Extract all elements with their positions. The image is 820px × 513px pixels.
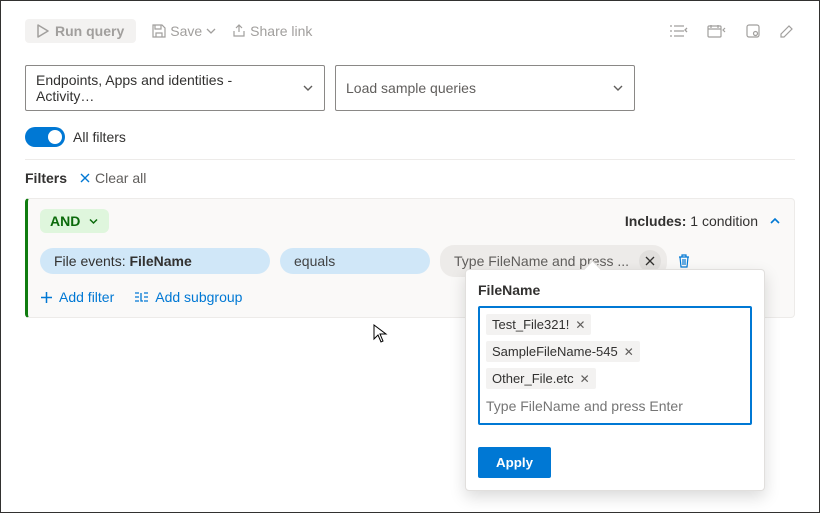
save-button[interactable]: Save	[152, 23, 216, 39]
condition-value-placeholder: Type FileName and press ...	[454, 253, 629, 269]
play-icon	[37, 24, 49, 38]
chevron-down-icon	[88, 216, 99, 227]
divider	[25, 159, 795, 160]
add-subgroup-button[interactable]: Add subgroup	[134, 289, 242, 305]
calendar-icon[interactable]	[707, 24, 727, 38]
toolbar-right	[669, 23, 795, 39]
apply-button[interactable]: Apply	[478, 447, 551, 478]
plus-icon	[40, 291, 53, 304]
sample-queries-label: Load sample queries	[346, 80, 476, 96]
tag-item: SampleFileName-545 ✕	[486, 341, 640, 362]
all-filters-toggle[interactable]	[25, 127, 65, 147]
tag-item: Other_File.etc ✕	[486, 368, 596, 389]
gear-icon[interactable]	[745, 23, 761, 39]
add-subgroup-label: Add subgroup	[155, 289, 242, 305]
condition-operator-pill[interactable]: equals	[280, 248, 430, 274]
tag-label: SampleFileName-545	[492, 344, 618, 359]
edit-icon[interactable]	[779, 23, 795, 39]
save-label: Save	[170, 23, 202, 39]
run-query-label: Run query	[55, 23, 124, 39]
condition-operator-label: equals	[294, 253, 335, 269]
add-filter-label: Add filter	[59, 289, 114, 305]
mouse-cursor-icon	[373, 324, 389, 344]
clear-all-label: Clear all	[95, 170, 146, 186]
popup-title: FileName	[478, 282, 752, 298]
share-icon	[232, 24, 246, 38]
delete-condition-button[interactable]	[677, 253, 691, 269]
save-icon	[152, 24, 166, 38]
filters-heading: Filters	[25, 170, 67, 186]
tag-item: Test_File321! ✕	[486, 314, 591, 335]
add-filter-button[interactable]: Add filter	[40, 289, 114, 305]
chevron-down-icon	[206, 26, 216, 36]
sample-queries-dropdown[interactable]: Load sample queries	[335, 65, 635, 111]
remove-tag-button[interactable]: ✕	[575, 318, 585, 332]
collapse-group-button[interactable]	[768, 214, 782, 228]
chevron-down-icon	[302, 82, 314, 94]
share-label: Share link	[250, 23, 312, 39]
tag-label: Other_File.etc	[492, 371, 574, 386]
chevron-down-icon	[612, 82, 624, 94]
operator-dropdown[interactable]: AND	[40, 209, 109, 233]
tag-input[interactable]	[486, 395, 744, 417]
tag-label: Test_File321!	[492, 317, 569, 332]
includes-text: Includes: 1 condition	[625, 213, 758, 229]
all-filters-label: All filters	[73, 129, 126, 145]
subgroup-icon	[134, 291, 149, 304]
schema-dropdown-label: Endpoints, Apps and identities - Activit…	[36, 72, 292, 104]
share-link-button[interactable]: Share link	[232, 23, 312, 39]
tag-input-box[interactable]: Test_File321! ✕ SampleFileName-545 ✕ Oth…	[478, 306, 752, 425]
clear-all-button[interactable]: Clear all	[79, 170, 146, 186]
remove-tag-button[interactable]: ✕	[580, 372, 590, 386]
close-icon	[79, 172, 91, 184]
operator-label: AND	[50, 213, 80, 229]
condition-field-pill[interactable]: File events: FileName	[40, 248, 270, 274]
toolbar: Run query Save Share link	[25, 15, 795, 47]
schema-dropdown[interactable]: Endpoints, Apps and identities - Activit…	[25, 65, 325, 111]
list-icon[interactable]	[669, 24, 689, 38]
run-query-button[interactable]: Run query	[25, 19, 136, 43]
remove-tag-button[interactable]: ✕	[624, 345, 634, 359]
filename-popup: FileName Test_File321! ✕ SampleFileName-…	[465, 269, 765, 491]
